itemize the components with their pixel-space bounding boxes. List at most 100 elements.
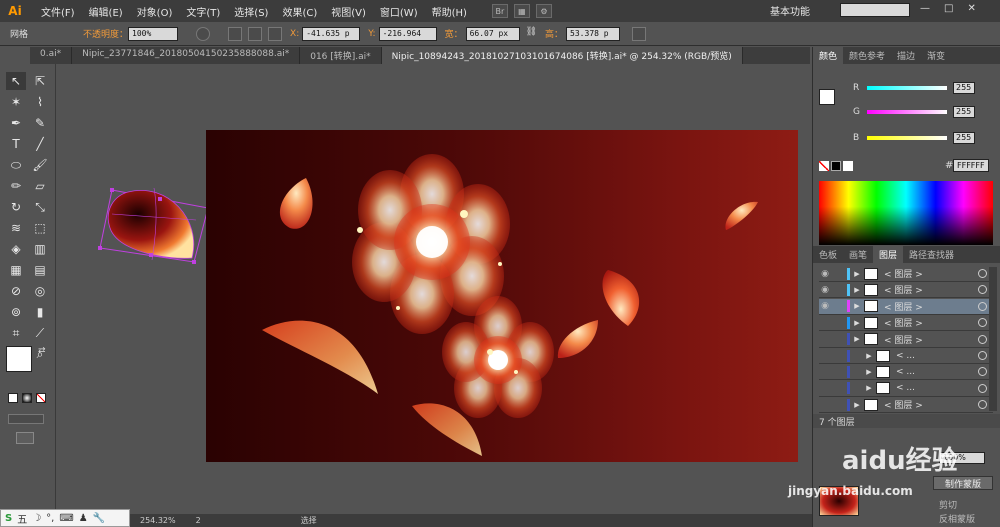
layer-name[interactable]: < ... bbox=[896, 367, 978, 377]
layer-row[interactable]: ▶ < ... bbox=[819, 348, 993, 364]
none-color-swatch[interactable] bbox=[819, 161, 829, 171]
layer-name[interactable]: < 图层 > bbox=[884, 398, 978, 411]
menu-help[interactable]: 帮助(H) bbox=[425, 4, 474, 19]
white-swatch[interactable] bbox=[843, 161, 853, 171]
layer-name[interactable]: < 图层 > bbox=[884, 267, 978, 280]
tab-document-1[interactable]: 0.ai* bbox=[30, 47, 73, 64]
tab-gradient[interactable]: 渐变 bbox=[921, 47, 951, 64]
layer-row[interactable]: ▶ < 图层 > bbox=[819, 332, 993, 348]
zoom-level[interactable]: 254.32% bbox=[140, 516, 176, 525]
tab-pathfinder[interactable]: 路径查找器 bbox=[903, 246, 960, 263]
direct-selection-tool-icon[interactable]: ⇱ bbox=[30, 72, 50, 90]
lasso-tool-icon[interactable]: ⌇ bbox=[30, 93, 50, 111]
layer-name[interactable]: < 图层 > bbox=[884, 300, 978, 313]
black-swatch[interactable] bbox=[831, 161, 841, 171]
mesh-tool-icon[interactable]: ▦ bbox=[6, 261, 26, 279]
recolor-icon[interactable] bbox=[196, 26, 211, 41]
expand-triangle-icon[interactable]: ▶ bbox=[852, 335, 862, 343]
tab-layers[interactable]: 图层 bbox=[873, 246, 904, 263]
layer-target-icon[interactable] bbox=[978, 400, 987, 410]
clip-checkbox-label[interactable]: 剪切 bbox=[939, 498, 957, 511]
layer-row[interactable]: ◉ ▶ < 图层 > bbox=[819, 266, 993, 282]
magic-wand-tool-icon[interactable]: ✶ bbox=[6, 93, 26, 111]
visibility-eye-icon[interactable]: ◉ bbox=[819, 301, 831, 311]
eraser-tool-icon[interactable]: ▱ bbox=[30, 177, 50, 195]
b-value-field[interactable]: 255 bbox=[953, 132, 975, 144]
x-field[interactable]: -41.635 p bbox=[302, 26, 361, 41]
layer-name[interactable]: < 图层 > bbox=[884, 316, 978, 329]
transform-panel-icon[interactable] bbox=[632, 26, 647, 41]
expand-triangle-icon[interactable]: ▶ bbox=[864, 368, 874, 376]
menu-window[interactable]: 窗口(W) bbox=[373, 4, 425, 19]
ime-tools-icon[interactable]: 🔧 bbox=[93, 513, 105, 524]
color-spectrum[interactable] bbox=[819, 181, 993, 245]
layer-target-icon[interactable] bbox=[978, 301, 987, 311]
layer-target-icon[interactable] bbox=[978, 351, 987, 360]
tab-color-guide[interactable]: 颜色参考 bbox=[843, 47, 891, 64]
tab-stroke[interactable]: 描边 bbox=[891, 47, 921, 64]
pencil-tool-icon[interactable]: ✏ bbox=[6, 177, 26, 195]
gradient-mode-button[interactable] bbox=[22, 393, 32, 403]
swap-fill-stroke-icon[interactable]: ⇄ bbox=[38, 346, 46, 356]
g-slider[interactable] bbox=[867, 110, 947, 114]
tab-document-3[interactable]: 016 [转换].ai* bbox=[300, 47, 382, 64]
menu-edit[interactable]: 编辑(E) bbox=[82, 4, 130, 19]
transform-icon[interactable] bbox=[248, 26, 263, 41]
drawing-mode-icon[interactable] bbox=[8, 414, 44, 424]
layer-target-icon[interactable] bbox=[978, 285, 987, 295]
layer-name[interactable]: < 图层 > bbox=[884, 283, 978, 296]
layer-row[interactable]: ▶ < ... bbox=[819, 364, 993, 381]
g-value-field[interactable]: 255 bbox=[953, 106, 975, 118]
b-slider[interactable] bbox=[867, 136, 947, 140]
graph-tool-icon[interactable]: ▮ bbox=[30, 303, 50, 321]
fill-swatch[interactable] bbox=[6, 346, 32, 372]
color-mode-button[interactable] bbox=[8, 393, 18, 403]
menu-type[interactable]: 文字(T) bbox=[179, 4, 227, 19]
slice-tool-icon[interactable]: ⟋ bbox=[30, 324, 50, 342]
rotate-tool-icon[interactable]: ↻ bbox=[6, 198, 26, 216]
menu-view[interactable]: 视图(V) bbox=[324, 4, 373, 19]
visibility-eye-icon[interactable]: ◉ bbox=[819, 269, 831, 279]
ime-mode[interactable]: 五 bbox=[17, 511, 27, 526]
r-slider[interactable] bbox=[867, 86, 947, 90]
layer-name[interactable]: < 图层 > bbox=[884, 333, 978, 346]
expand-triangle-icon[interactable]: ▶ bbox=[852, 401, 862, 409]
arrange-documents-icon[interactable]: ▦ bbox=[513, 4, 530, 18]
scale-tool-icon[interactable]: ⤡ bbox=[30, 198, 50, 216]
expand-triangle-icon[interactable]: ▶ bbox=[852, 286, 862, 294]
eyedropper-tool-icon[interactable]: ⊘ bbox=[6, 282, 26, 300]
make-mask-button[interactable]: 制作蒙版 bbox=[933, 476, 993, 490]
layer-target-icon[interactable] bbox=[978, 383, 987, 393]
layer-row[interactable]: ▶ < 图层 > bbox=[819, 397, 993, 414]
align-icon[interactable] bbox=[228, 26, 243, 41]
expand-triangle-icon[interactable]: ▶ bbox=[852, 319, 862, 327]
screen-mode-icon[interactable] bbox=[16, 432, 34, 444]
expand-triangle-icon[interactable]: ▶ bbox=[852, 302, 862, 310]
layer-row[interactable]: ◉ ▶ < 图层 > bbox=[819, 298, 993, 315]
menu-effect[interactable]: 效果(C) bbox=[275, 4, 324, 19]
canvas-area[interactable] bbox=[56, 64, 812, 514]
constrain-proportions-icon[interactable]: ⛓ bbox=[526, 27, 537, 41]
layer-row[interactable]: ▶ < ... bbox=[819, 381, 993, 397]
ime-skin-icon[interactable]: ♟ bbox=[79, 513, 88, 524]
maximize-icon[interactable]: □ bbox=[944, 3, 953, 14]
tab-swatches[interactable]: 色板 bbox=[813, 246, 843, 263]
expand-triangle-icon[interactable]: ▶ bbox=[864, 384, 874, 392]
ime-punct-icon[interactable]: °, bbox=[46, 513, 54, 524]
type-tool-icon[interactable]: T bbox=[6, 135, 26, 153]
hex-field[interactable]: FFFFFF bbox=[953, 159, 989, 172]
gradient-tool-icon[interactable]: ▤ bbox=[30, 261, 50, 279]
width-field[interactable]: 66.07 px bbox=[465, 26, 520, 41]
close-icon[interactable]: ✕ bbox=[967, 3, 975, 14]
layer-target-icon[interactable] bbox=[978, 318, 987, 328]
minimize-icon[interactable]: — bbox=[920, 3, 930, 14]
paintbrush-tool-icon[interactable]: 🖌 bbox=[30, 156, 50, 174]
tab-document-2[interactable]: Nipic_23771846_20180504150235888088.ai* bbox=[72, 47, 301, 64]
ime-keyboard-icon[interactable]: ⌨ bbox=[59, 513, 73, 524]
ime-moon-icon[interactable]: ☽ bbox=[32, 513, 41, 524]
layer-name[interactable]: < ... bbox=[896, 383, 978, 393]
layer-row[interactable]: ◉ ▶ < 图层 > bbox=[819, 282, 993, 299]
free-transform-tool-icon[interactable]: ⬚ bbox=[30, 219, 50, 237]
artboard-number[interactable]: 2 bbox=[196, 516, 201, 525]
bridge-button[interactable]: Br bbox=[491, 4, 508, 18]
